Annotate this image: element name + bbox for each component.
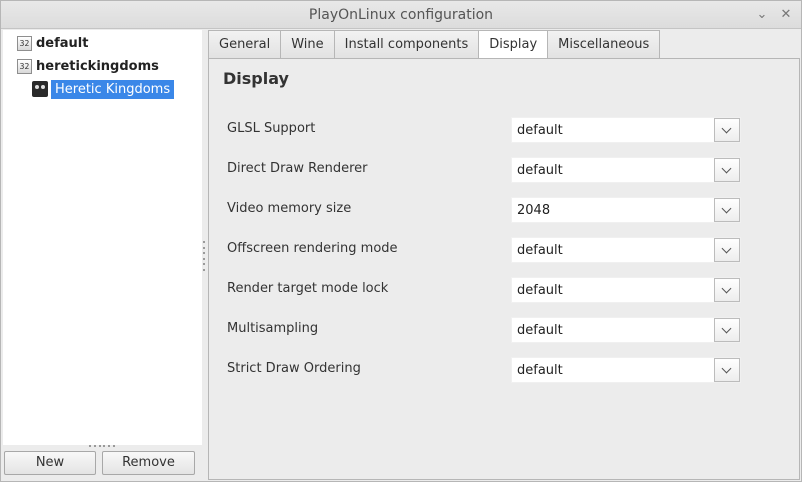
chevron-down-icon[interactable]	[714, 358, 740, 382]
video-memory-size-label: Video memory size	[227, 201, 352, 216]
new-button[interactable]: New	[4, 451, 96, 475]
remove-button[interactable]: Remove	[102, 451, 195, 475]
tab-display[interactable]: Display	[478, 30, 548, 59]
close-icon[interactable]: ✕	[777, 6, 795, 24]
select-value: default	[517, 162, 563, 178]
tree-item-label: Heretic Kingdoms	[51, 79, 175, 99]
chevron-down-icon[interactable]	[714, 158, 740, 182]
tree-item-heretic-kingdoms-app[interactable]: Heretic Kingdoms	[32, 79, 175, 99]
chevron-down-icon[interactable]	[714, 318, 740, 342]
chevron-down-icon[interactable]	[714, 118, 740, 142]
multisampling-label: Multisampling	[227, 321, 319, 336]
select-value: 2048	[517, 202, 551, 218]
tree-item-default[interactable]: 32 default	[17, 33, 88, 53]
tab-miscellaneous[interactable]: Miscellaneous	[547, 30, 661, 59]
wine-32bit-icon: 32	[17, 35, 32, 51]
minimize-icon[interactable]: ⌄	[753, 6, 771, 24]
offscreen-rendering-mode-select[interactable]: default	[511, 237, 741, 263]
render-target-mode-lock-label: Render target mode lock	[227, 281, 389, 296]
chevron-down-icon[interactable]	[714, 238, 740, 262]
video-memory-size-select[interactable]: 2048	[511, 197, 741, 223]
glsl-support-label: GLSL Support	[227, 121, 316, 136]
strict-draw-ordering-label: Strict Draw Ordering	[227, 361, 361, 376]
direct-draw-renderer-label: Direct Draw Renderer	[227, 161, 368, 176]
chevron-down-icon[interactable]	[714, 278, 740, 302]
tree-item-label: default	[36, 35, 89, 51]
panel-heading: Display	[223, 69, 289, 88]
display-panel: Display GLSL Support default Direct Draw…	[208, 58, 800, 480]
wine-32bit-icon: 32	[17, 58, 32, 74]
chevron-down-icon[interactable]	[714, 198, 740, 222]
strict-draw-ordering-select[interactable]: default	[511, 357, 741, 383]
game-icon	[32, 81, 48, 97]
config-window: PlayOnLinux configuration ⌄ ✕ 32 default…	[0, 0, 802, 482]
offscreen-rendering-mode-label: Offscreen rendering mode	[227, 241, 398, 256]
glsl-support-select[interactable]: default	[511, 117, 741, 143]
direct-draw-renderer-select[interactable]: default	[511, 157, 741, 183]
panel-splitter-handle[interactable]	[202, 241, 206, 271]
tab-general[interactable]: General	[208, 30, 281, 59]
window-title: PlayOnLinux configuration	[308, 7, 494, 23]
tree-item-heretickingdoms[interactable]: 32 heretickingdoms	[17, 56, 159, 76]
tab-install-components[interactable]: Install components	[333, 30, 479, 59]
select-value: default	[517, 362, 563, 378]
tab-wine[interactable]: Wine	[280, 30, 334, 59]
multisampling-select[interactable]: default	[511, 317, 741, 343]
select-value: default	[517, 242, 563, 258]
list-resize-handle[interactable]	[89, 445, 115, 448]
render-target-mode-lock-select[interactable]: default	[511, 277, 741, 303]
select-value: default	[517, 282, 563, 298]
settings-tabs: General Wine Install components Display …	[208, 30, 661, 59]
select-value: default	[517, 322, 563, 338]
select-value: default	[517, 122, 563, 138]
title-bar[interactable]: PlayOnLinux configuration ⌄ ✕	[1, 1, 801, 29]
tree-item-label: heretickingdoms	[36, 58, 159, 74]
prefix-tree: 32 default 32 heretickingdoms Heretic Ki…	[3, 30, 202, 445]
